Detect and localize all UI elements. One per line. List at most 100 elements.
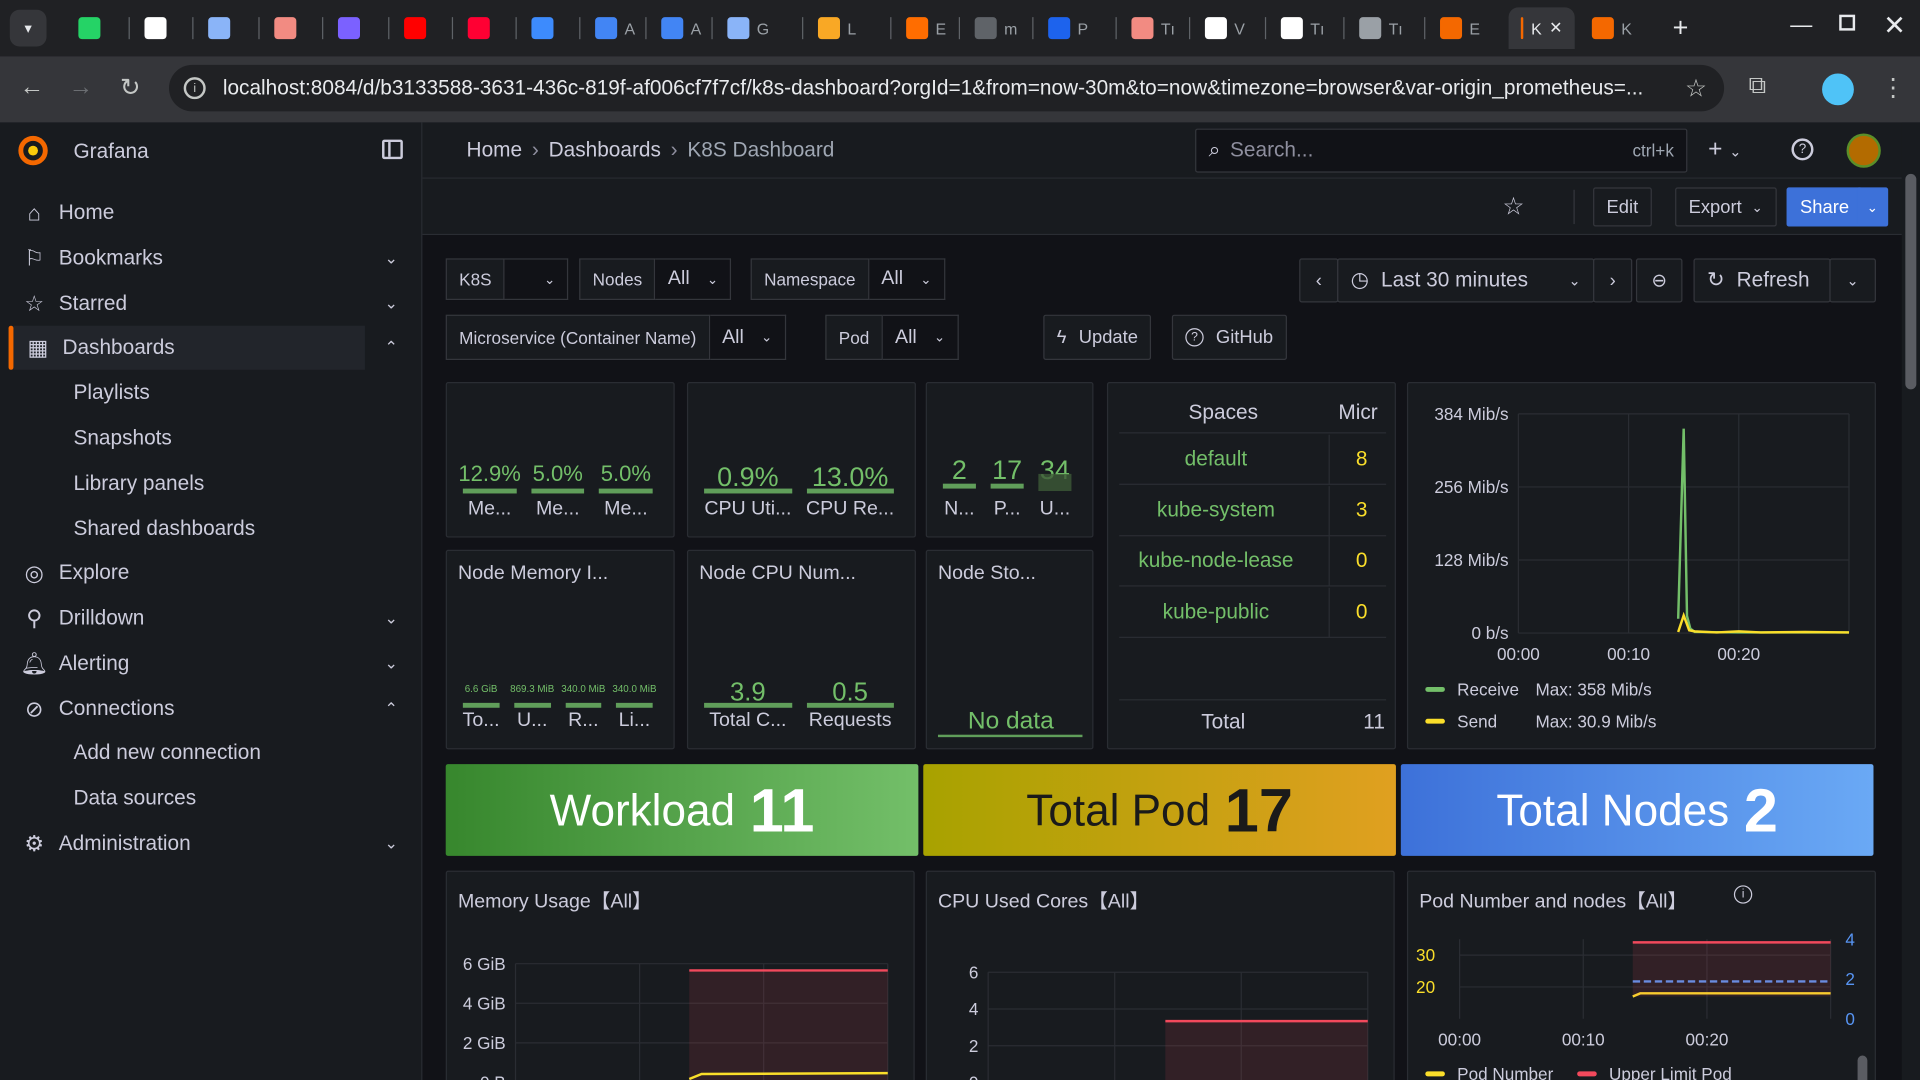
star-dashboard-icon[interactable]: ☆: [1502, 191, 1524, 222]
close-tab-icon[interactable]: ✕: [1549, 18, 1562, 38]
nav-snapshots[interactable]: Snapshots: [10, 416, 365, 460]
update-link[interactable]: ϟ Update: [1043, 314, 1152, 361]
chevron-down-icon[interactable]: ⌄: [384, 654, 397, 674]
legend-series-name[interactable]: Pod Number: [1457, 1064, 1553, 1080]
chevron-down-icon[interactable]: ⌄: [384, 249, 397, 269]
browser-tab[interactable]: Tı: [1119, 7, 1188, 49]
legend-series-name[interactable]: Receive: [1457, 680, 1519, 700]
var-origin-dropdown[interactable]: ⌄: [505, 258, 569, 301]
scrollbar-thumb[interactable]: [1905, 173, 1917, 390]
chevron-up-icon[interactable]: ⌃: [384, 699, 397, 719]
browser-tab[interactable]: [392, 7, 451, 49]
browser-tab[interactable]: [262, 7, 321, 49]
user-avatar[interactable]: [1846, 133, 1881, 168]
browser-tab[interactable]: A: [583, 7, 644, 49]
legend-scrollbar[interactable]: [1857, 1055, 1868, 1080]
zoom-out-button[interactable]: ⊖: [1635, 258, 1683, 303]
namespace-name[interactable]: kube-system: [1108, 498, 1324, 522]
browser-tab[interactable]: [66, 7, 127, 49]
var-namespace-value[interactable]: All ⌄: [869, 258, 945, 301]
namespace-name[interactable]: kube-node-lease: [1108, 549, 1324, 573]
browser-tab[interactable]: L: [806, 7, 889, 49]
page-scrollbar[interactable]: [1901, 122, 1920, 1080]
browser-tab[interactable]: A: [649, 7, 710, 49]
chevron-up-icon[interactable]: ⌃: [384, 338, 397, 358]
browser-tab[interactable]: E: [1428, 7, 1504, 49]
var-origin[interactable]: K8S ⌄: [445, 258, 569, 301]
nav-connections[interactable]: ⊘ Connections: [10, 687, 365, 731]
help-icon[interactable]: ?: [1791, 138, 1814, 161]
browser-tab[interactable]: [519, 7, 578, 49]
browser-menu-icon[interactable]: ⋮: [1881, 72, 1905, 103]
close-window-button[interactable]: ✕: [1883, 10, 1906, 42]
time-forward-button[interactable]: ›: [1593, 258, 1633, 303]
search-box[interactable]: ⌕ Search... ctrl+k: [1195, 128, 1688, 173]
var-nodes[interactable]: Nodes All ⌄: [579, 258, 732, 301]
browser-tab[interactable]: V: [1193, 7, 1264, 49]
new-tab-button[interactable]: +: [1673, 12, 1689, 44]
browser-tab[interactable]: [326, 7, 387, 49]
nav-add-new-connection[interactable]: Add new connection: [10, 731, 365, 775]
browser-tab[interactable]: [196, 7, 257, 49]
browser-tab[interactable]: [456, 7, 515, 49]
site-info-icon[interactable]: i: [183, 77, 206, 100]
breadcrumb-dashboards[interactable]: Dashboards: [549, 138, 661, 162]
url-text[interactable]: localhost:8084/d/b3133588-3631-436c-819f…: [223, 76, 1656, 100]
var-nodes-value[interactable]: All ⌄: [655, 258, 732, 301]
minimize-button[interactable]: —: [1790, 12, 1812, 38]
nav-explore[interactable]: ◎ Explore: [10, 551, 365, 595]
nav-data-sources[interactable]: Data sources: [10, 776, 365, 820]
namespace-name[interactable]: default: [1108, 447, 1324, 471]
namespace-name[interactable]: kube-public: [1108, 599, 1324, 623]
browser-tab[interactable]: Tı: [1347, 7, 1423, 49]
nav-alerting[interactable]: 🔔︎ Alerting: [10, 642, 365, 686]
var-pod-value[interactable]: All ⌄: [882, 314, 959, 361]
share-dropdown-button[interactable]: ⌄: [1856, 187, 1889, 227]
browser-tab[interactable]: P: [1036, 7, 1114, 49]
add-menu-button[interactable]: + ⌄: [1708, 136, 1741, 164]
extensions-icon[interactable]: ⧉: [1749, 72, 1766, 100]
legend-series-name[interactable]: Send: [1457, 711, 1497, 731]
nav-starred[interactable]: ☆ Starred: [10, 282, 365, 326]
dock-menu-icon[interactable]: [382, 139, 403, 160]
var-pod[interactable]: Pod All ⌄: [825, 314, 959, 361]
var-microservice[interactable]: Microservice (Container Name) All ⌄: [445, 314, 786, 361]
bookmark-star-icon[interactable]: ☆: [1685, 73, 1707, 104]
maximize-button[interactable]: [1839, 14, 1856, 31]
time-back-button[interactable]: ‹: [1299, 258, 1339, 303]
forward-icon[interactable]: →: [69, 73, 93, 101]
refresh-button[interactable]: ↻ Refresh: [1693, 258, 1831, 303]
browser-tab[interactable]: Tı: [1269, 7, 1342, 49]
address-bar[interactable]: i localhost:8084/d/b3133588-3631-436c-81…: [168, 64, 1725, 112]
chevron-down-icon[interactable]: ⌄: [384, 294, 397, 314]
nav-drilldown[interactable]: ⚲ Drilldown: [10, 596, 365, 640]
breadcrumb-home[interactable]: Home: [467, 138, 523, 162]
legend-series-name[interactable]: Upper Limit Pod: [1609, 1064, 1732, 1080]
back-icon[interactable]: ←: [20, 73, 44, 101]
nav-home[interactable]: ⌂ Home: [10, 191, 365, 235]
time-range-picker[interactable]: ◷ Last 30 minutes ⌄: [1337, 258, 1595, 303]
nav-shared-dashboards[interactable]: Shared dashboards: [10, 507, 365, 551]
nav-administration[interactable]: ⚙ Administration: [10, 822, 365, 866]
browser-tab[interactable]: K ✕: [1508, 7, 1575, 49]
export-button[interactable]: Export ⌄: [1675, 187, 1777, 227]
browser-tab[interactable]: K: [1580, 7, 1649, 49]
share-button[interactable]: Share: [1786, 187, 1863, 227]
grafana-logo-icon[interactable]: [17, 135, 49, 167]
chevron-down-icon[interactable]: ⌄: [384, 609, 397, 629]
browser-tab[interactable]: E: [894, 7, 958, 49]
nav-library-panels[interactable]: Library panels: [10, 462, 365, 506]
browser-tab[interactable]: m: [962, 7, 1031, 49]
reload-icon[interactable]: ↻: [120, 72, 141, 103]
table-header-micro[interactable]: Micr: [1338, 400, 1377, 424]
browser-tab[interactable]: G: [715, 7, 801, 49]
nav-playlists[interactable]: Playlists: [10, 371, 365, 415]
var-microservice-value[interactable]: All ⌄: [709, 314, 786, 361]
github-link[interactable]: ? GitHub: [1171, 314, 1287, 361]
profile-avatar[interactable]: [1822, 73, 1854, 106]
nav-bookmarks[interactable]: ⚐ Bookmarks: [10, 236, 365, 280]
table-header-spaces[interactable]: Spaces: [1108, 400, 1338, 424]
refresh-interval-dropdown[interactable]: ⌄: [1829, 258, 1876, 303]
info-icon[interactable]: i: [1733, 885, 1753, 904]
browser-tab[interactable]: [132, 7, 191, 49]
